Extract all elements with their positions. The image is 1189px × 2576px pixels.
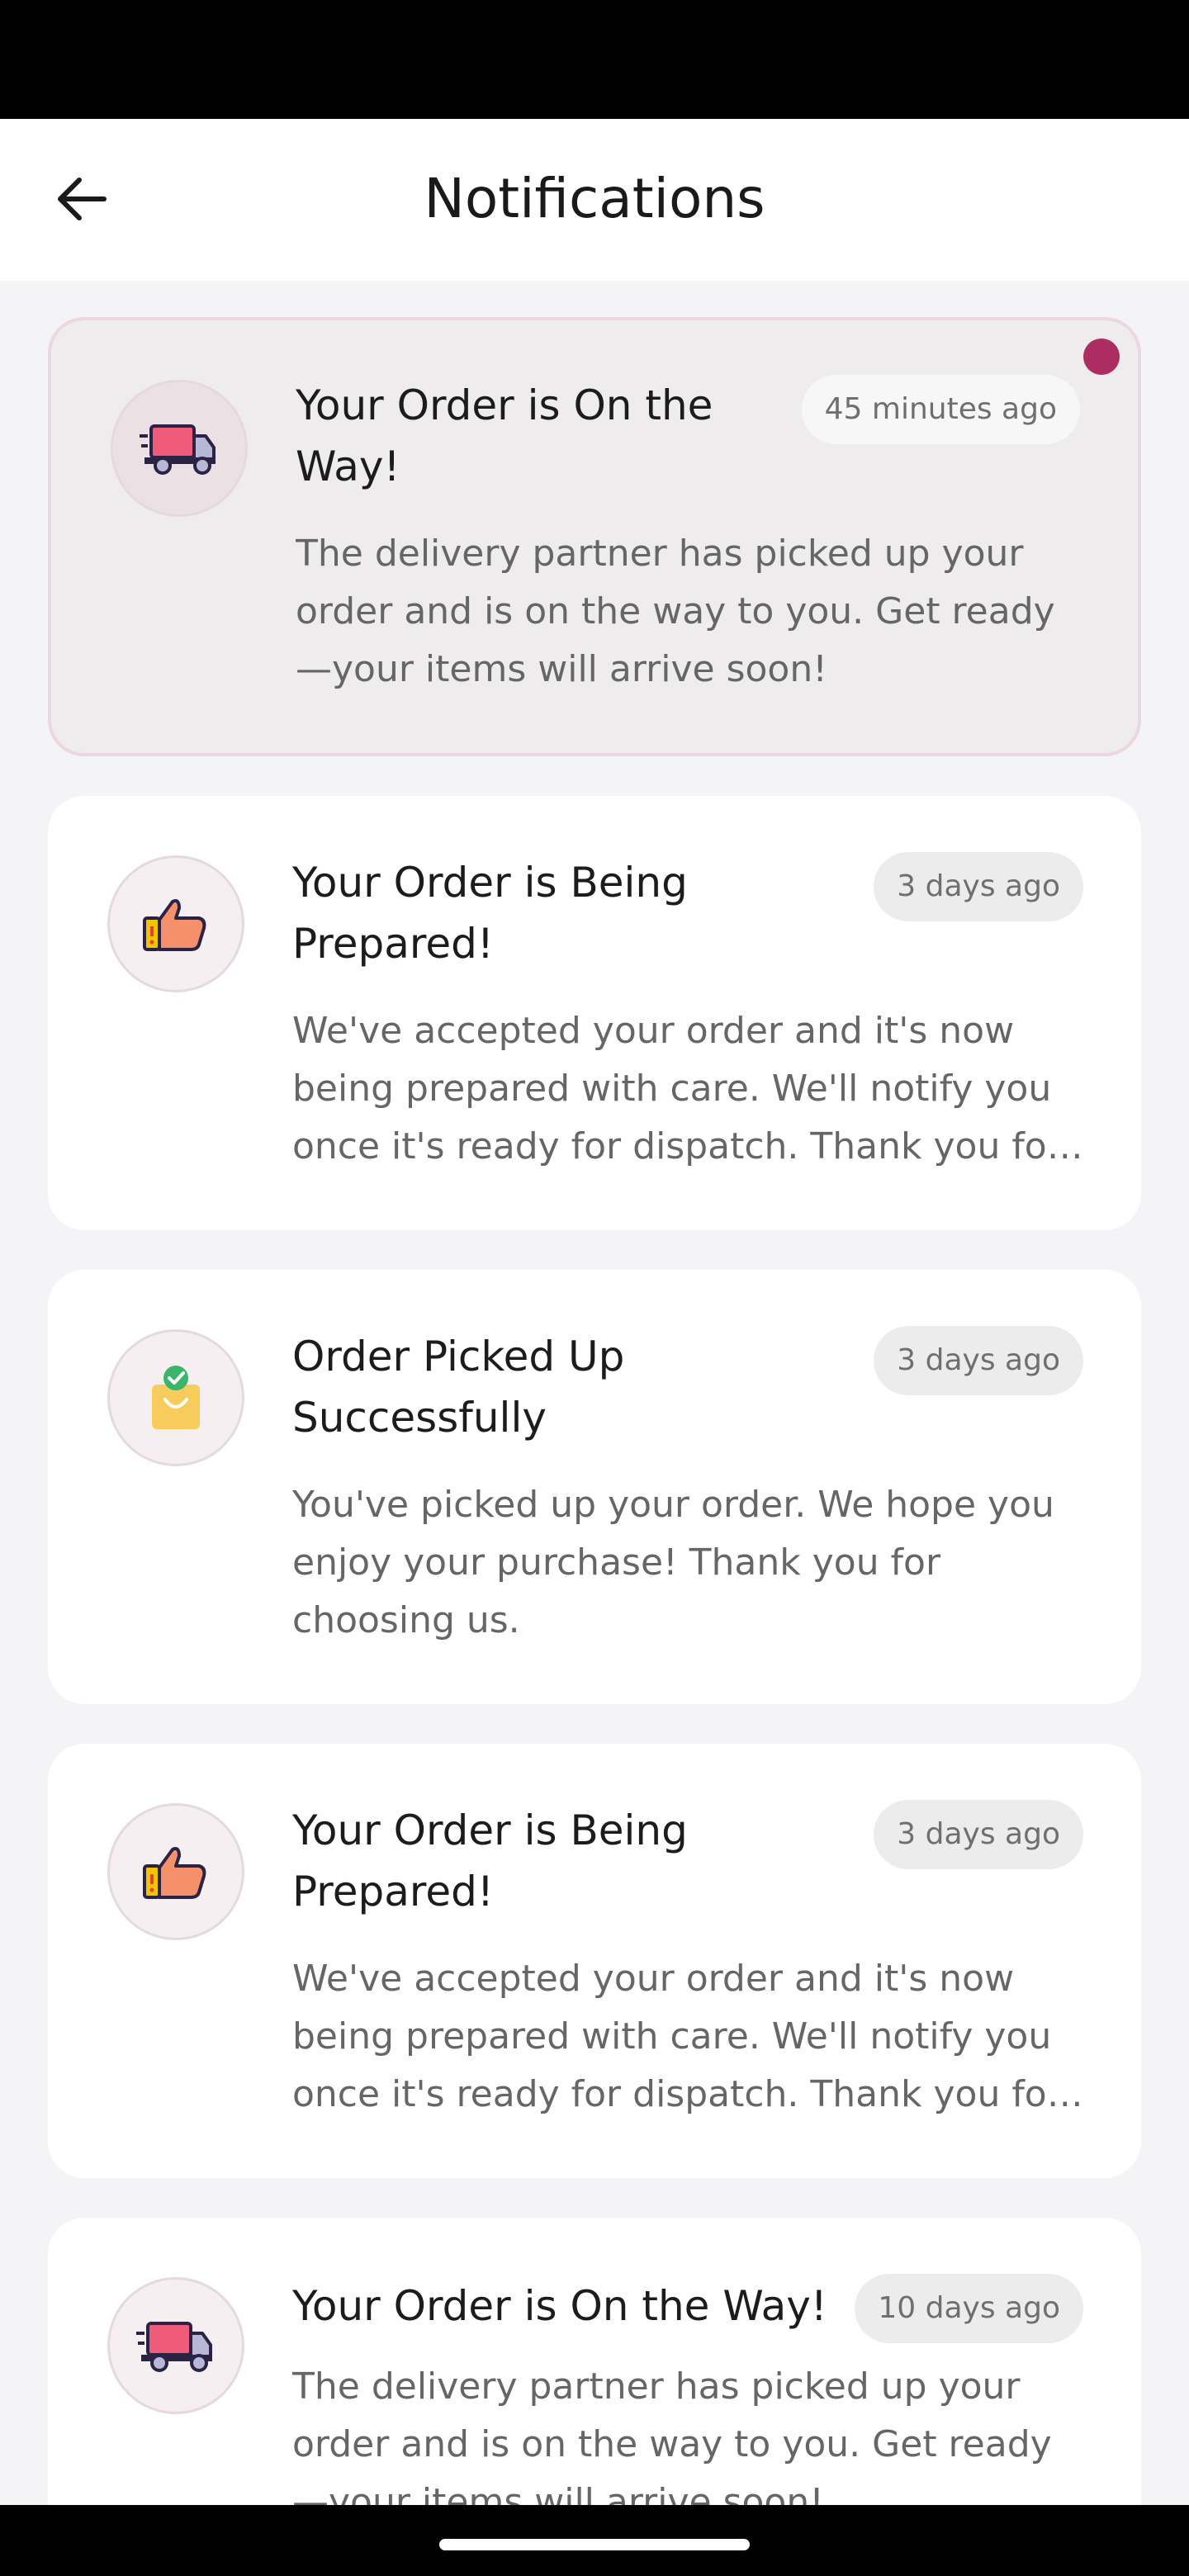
- notification-time: 45 minutes ago: [801, 375, 1080, 444]
- notification-title: Order Picked Up Successfully: [292, 1333, 625, 1442]
- notification-time: 3 days ago: [874, 852, 1083, 921]
- notification-body: We've accepted your order and it's now b…: [292, 1010, 1062, 1167]
- notification-title: Your Order is On the Way!: [296, 381, 713, 490]
- thumbs-up-icon: [143, 1847, 206, 1899]
- notification-card[interactable]: Your Order is Being Prepared! 3 days ago…: [48, 1744, 1141, 2178]
- notification-card[interactable]: Order Picked Up Successfully 3 days ago …: [48, 1270, 1141, 1704]
- notification-title: Your Order is On the Way!: [292, 2282, 827, 2330]
- app-header: Notifications: [0, 119, 1189, 281]
- delivery-truck-icon: [136, 2322, 212, 2372]
- notification-body: The delivery partner has picked up your …: [292, 2365, 1052, 2505]
- notification-time: 10 days ago: [855, 2274, 1083, 2343]
- delivery-truck-icon: [140, 424, 216, 475]
- status-bar: [0, 0, 1189, 119]
- notification-title: Your Order is Being Prepared!: [292, 1807, 688, 1915]
- notification-card[interactable]: Your Order is Being Prepared! 3 days ago…: [48, 796, 1141, 1230]
- notification-time: 3 days ago: [874, 1326, 1083, 1395]
- notification-body: We've accepted your order and it's now b…: [292, 1958, 1062, 2115]
- unread-indicator: [1083, 339, 1120, 375]
- notification-avatar: [107, 2277, 244, 2414]
- notification-body: You've picked up your order. We hope you…: [292, 1484, 1054, 1641]
- notification-card[interactable]: Your Order is On the Way! 10 days ago Th…: [48, 2218, 1141, 2505]
- page-title: Notifications: [424, 167, 765, 230]
- notification-avatar: [107, 1803, 244, 1940]
- notification-time: 3 days ago: [874, 1800, 1083, 1869]
- notification-body: The delivery partner has picked up your …: [296, 533, 1055, 690]
- notification-title: Your Order is Being Prepared!: [292, 859, 688, 968]
- thumbs-up-icon: [143, 899, 206, 951]
- notification-avatar: [107, 855, 244, 992]
- shopping-bag-check-icon: [152, 1366, 200, 1429]
- home-indicator[interactable]: [439, 2539, 750, 2550]
- notification-avatar: [107, 1329, 244, 1466]
- notification-avatar: [111, 380, 248, 517]
- notification-list[interactable]: Your Order is On the Way! 45 minutes ago…: [0, 281, 1189, 2505]
- notification-card[interactable]: Your Order is On the Way! 45 minutes ago…: [48, 317, 1141, 756]
